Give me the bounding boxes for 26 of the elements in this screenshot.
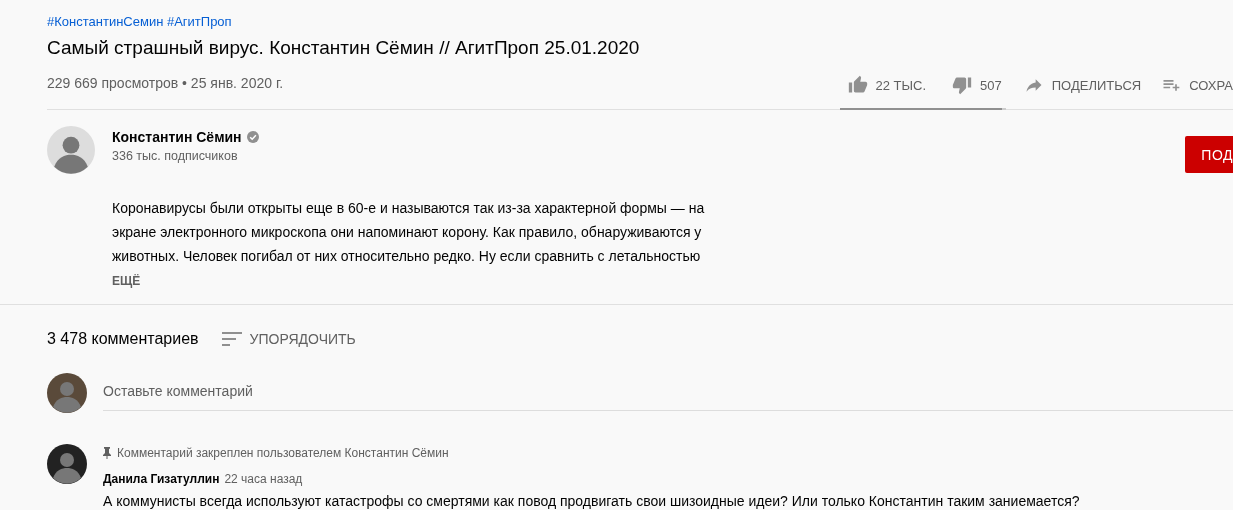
comment-input-field[interactable]: Оставьте комментарий — [103, 375, 1233, 411]
comment-time[interactable]: 22 часа назад — [224, 470, 303, 488]
avatar — [47, 444, 87, 484]
video-description: Коронавирусы были открыты еще в 60-е и называются так из-за характерной формы — на экране электронного микроскопа они напоминают корону. Как правило, обнаруживаются у животных. Человек погибал от них относительно редко. Ну если сравнить с летальностью — [112, 199, 706, 266]
avatar — [47, 373, 87, 413]
thumbs-down-icon — [952, 75, 973, 95]
like-button[interactable]: 22 ТЫС. — [839, 67, 935, 103]
thumbs-up-icon — [847, 75, 868, 95]
comment-count: 3 478 комментариев — [47, 330, 199, 348]
sort-icon — [221, 332, 242, 346]
save-button[interactable]: СОХРА — [1153, 67, 1233, 103]
subscriber-count: 336 тыс. подписчиков — [112, 149, 238, 163]
comment-text: А коммунисты всегда используют катастрофы со смертями как повод продвигать свои шизоидные идеи? Или только Константин таким заниемается? — [103, 492, 1080, 510]
view-count-date: 229 669 просмотров • 25 янв. 2020 г. — [47, 75, 284, 91]
share-button[interactable]: ПОДЕЛИТЬСЯ — [1015, 67, 1150, 103]
pinned-note: Комментарий закреплен пользователем Константин Сёмин — [117, 446, 449, 460]
subscribe-button[interactable]: ПОД — [1185, 136, 1233, 173]
channel-name[interactable]: Константин Сёмин — [112, 128, 242, 146]
show-more-link[interactable]: ЕЩЁ — [112, 274, 141, 288]
dislike-button[interactable]: 507 — [944, 67, 1010, 103]
sort-button[interactable]: УПОРЯДОЧИТЬ — [221, 331, 356, 347]
video-title: Самый страшный вирус. Константин Сёмин // АгитПроп 25.01.2020 — [47, 36, 640, 60]
comment-author[interactable]: Данила Гизатуллин — [103, 470, 220, 488]
hashtag-links[interactable]: #КонстантинСемин #АгитПроп — [47, 13, 232, 31]
avatar — [47, 126, 95, 174]
pin-icon — [103, 447, 111, 459]
